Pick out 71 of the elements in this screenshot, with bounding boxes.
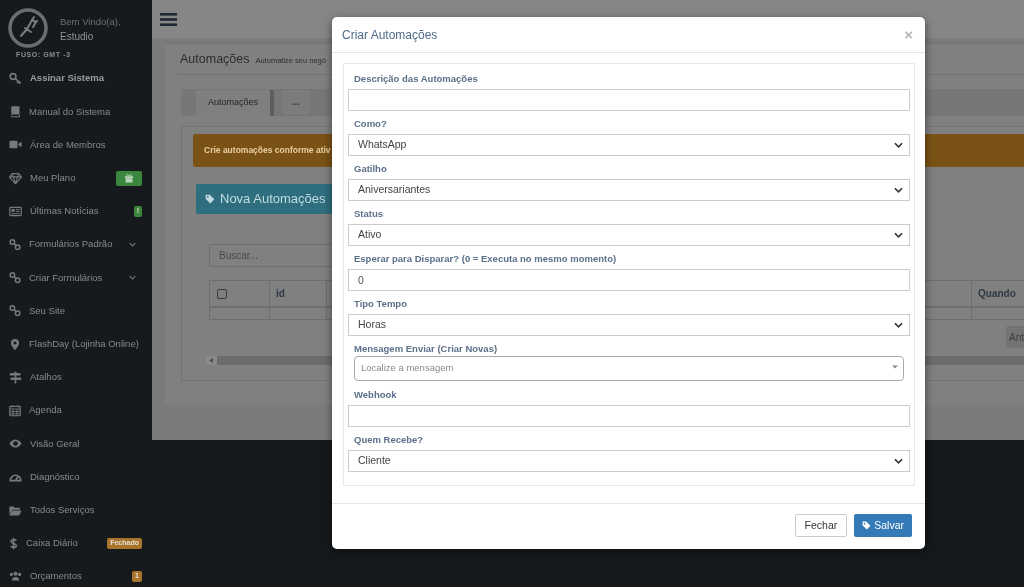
field-label: Tipo Tempo bbox=[353, 297, 408, 311]
folder-icon bbox=[9, 503, 22, 517]
checkbox[interactable] bbox=[217, 288, 227, 299]
chevron-down-icon bbox=[894, 187, 903, 193]
book-icon bbox=[9, 105, 21, 119]
sidebar-item[interactable]: Formulários Padrão bbox=[9, 237, 113, 252]
field-label: Status bbox=[353, 207, 385, 221]
field-label: Quem Recebe? bbox=[353, 433, 425, 447]
key-icon bbox=[9, 72, 22, 86]
sidebar-item[interactable]: FlashDay (Lojinha Online) bbox=[9, 336, 139, 352]
chevron-down-icon bbox=[894, 232, 903, 238]
field-label: Mensagem Enviar (Criar Novas) bbox=[353, 342, 499, 356]
sidebar-item[interactable]: Meu Plano bbox=[9, 171, 76, 186]
users-icon bbox=[9, 569, 22, 583]
cancel-button[interactable]: Fechar bbox=[794, 514, 848, 537]
sidebar-item[interactable]: Últimas Notícias bbox=[9, 204, 99, 219]
select-field[interactable]: Cliente bbox=[348, 450, 910, 472]
page-title: Automações bbox=[180, 51, 250, 68]
select-field[interactable]: Ativo bbox=[348, 224, 910, 246]
select-field[interactable]: Aniversariantes bbox=[348, 179, 910, 201]
caret-left-icon[interactable] bbox=[209, 358, 213, 363]
field-label: Como? bbox=[353, 117, 388, 131]
field-label: Descrição das Automações bbox=[353, 72, 479, 86]
field-label: Webhook bbox=[353, 388, 398, 402]
sidebar-item[interactable]: Diagnóstico bbox=[9, 469, 80, 484]
tag-icon bbox=[205, 194, 215, 204]
text-field[interactable]: 0 bbox=[348, 269, 910, 291]
sidebar-item[interactable]: Assinar Sistema bbox=[9, 71, 104, 86]
alert-text: Crie automações conforme ativ bbox=[204, 144, 331, 157]
sidebar-item[interactable]: Seu Site bbox=[9, 303, 65, 319]
sidebar-item[interactable]: Todos Serviços bbox=[9, 502, 95, 518]
select-field[interactable]: WhatsApp bbox=[348, 134, 910, 156]
sidebar-item[interactable]: Caixa Diário bbox=[9, 536, 78, 551]
welcome-text: Bem Vindo(a), bbox=[60, 15, 121, 28]
field-label: Esperar para Disparar? (0 = Executa no mesmo momento) bbox=[353, 252, 618, 266]
link-icon bbox=[9, 238, 21, 252]
menu-icon[interactable] bbox=[160, 12, 177, 26]
select-field[interactable]: Horas bbox=[348, 314, 910, 336]
save-button[interactable]: Salvar bbox=[854, 514, 912, 537]
tab[interactable]: ... bbox=[281, 89, 311, 116]
chevron-down-icon bbox=[894, 142, 903, 148]
column-header[interactable]: id bbox=[269, 281, 326, 306]
diamond-icon bbox=[9, 171, 22, 185]
chevron-down-icon bbox=[894, 458, 903, 464]
logo-icon bbox=[8, 8, 48, 48]
text-field[interactable] bbox=[348, 89, 910, 111]
field-label: Gatilho bbox=[353, 162, 388, 176]
new-automation-button[interactable]: Nova Automações bbox=[196, 184, 335, 214]
sidebar-item[interactable]: Visão Geral bbox=[9, 436, 80, 451]
newspaper-icon bbox=[9, 204, 22, 218]
chevron-down-icon bbox=[894, 322, 903, 328]
sidebar-item[interactable]: Criar Formulários bbox=[9, 270, 103, 285]
sidebar-item[interactable]: Atalhos bbox=[9, 370, 62, 385]
sidebar-item[interactable]: Manual do Sistema bbox=[9, 104, 111, 119]
sidebar-item[interactable]: Orçamentos bbox=[9, 569, 82, 584]
signpost-icon bbox=[9, 370, 22, 384]
eye-icon bbox=[9, 437, 22, 451]
modal-title: Criar Automações bbox=[342, 26, 438, 44]
tab[interactable]: Automações bbox=[196, 90, 275, 116]
search-select-field[interactable]: Localize a mensagem bbox=[354, 356, 904, 381]
sidebar-item[interactable]: Área de Membros bbox=[9, 137, 106, 153]
dollar-icon bbox=[9, 536, 18, 550]
link-icon bbox=[9, 271, 21, 285]
column-header[interactable]: Quando bbox=[971, 281, 1024, 306]
map-pin-icon bbox=[9, 337, 21, 351]
link-icon bbox=[9, 304, 21, 318]
calendar-icon bbox=[9, 403, 21, 417]
user-name: Estudio bbox=[60, 30, 95, 43]
sidebar-item[interactable]: Agenda bbox=[9, 403, 62, 418]
text-field[interactable] bbox=[348, 405, 910, 427]
tag-icon bbox=[862, 521, 872, 530]
